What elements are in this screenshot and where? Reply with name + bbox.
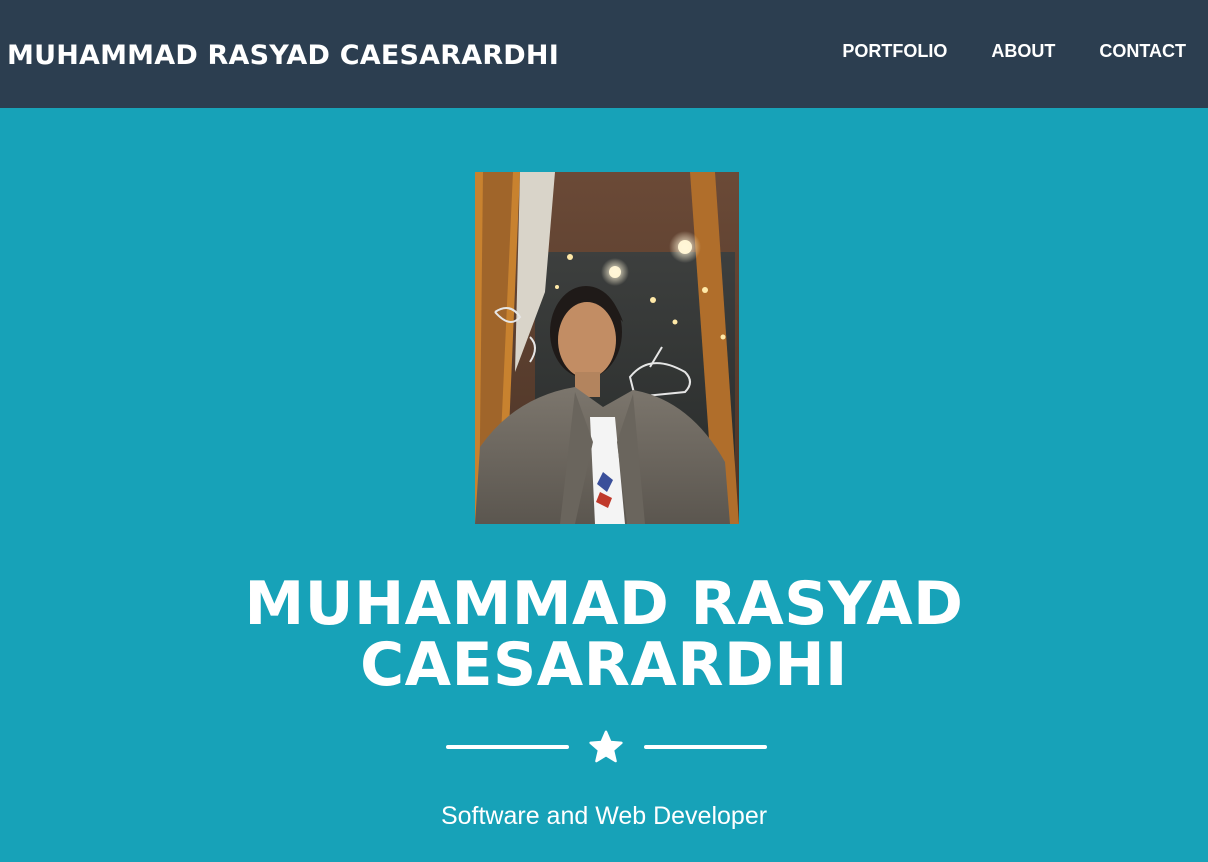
star-divider	[446, 728, 768, 768]
divider-line-right	[644, 745, 767, 749]
nav-links: PORTFOLIO ABOUT CONTACT	[798, 41, 1186, 62]
masthead: MUHAMMAD RASYAD CAESARARDHI Software and…	[0, 108, 1208, 862]
avatar	[475, 172, 739, 524]
divider-line-left	[446, 745, 569, 749]
brand-link[interactable]: MUHAMMAD RASYAD CAESARARDHI	[7, 40, 559, 71]
star-icon	[589, 730, 623, 763]
nav-link-portfolio[interactable]: PORTFOLIO	[842, 41, 947, 62]
page-title: MUHAMMAD RASYAD CAESARARDHI	[0, 574, 1208, 696]
nav-link-contact[interactable]: CONTACT	[1099, 41, 1186, 62]
avatar-photo	[475, 172, 739, 524]
navbar: MUHAMMAD RASYAD CAESARARDHI PORTFOLIO AB…	[0, 0, 1208, 108]
title-line-2: CAESARARDHI	[360, 630, 848, 700]
nav-link-about[interactable]: ABOUT	[991, 41, 1055, 62]
subheading: Software and Web Developer	[440, 802, 768, 830]
title-line-1: MUHAMMAD RASYAD	[244, 569, 964, 639]
